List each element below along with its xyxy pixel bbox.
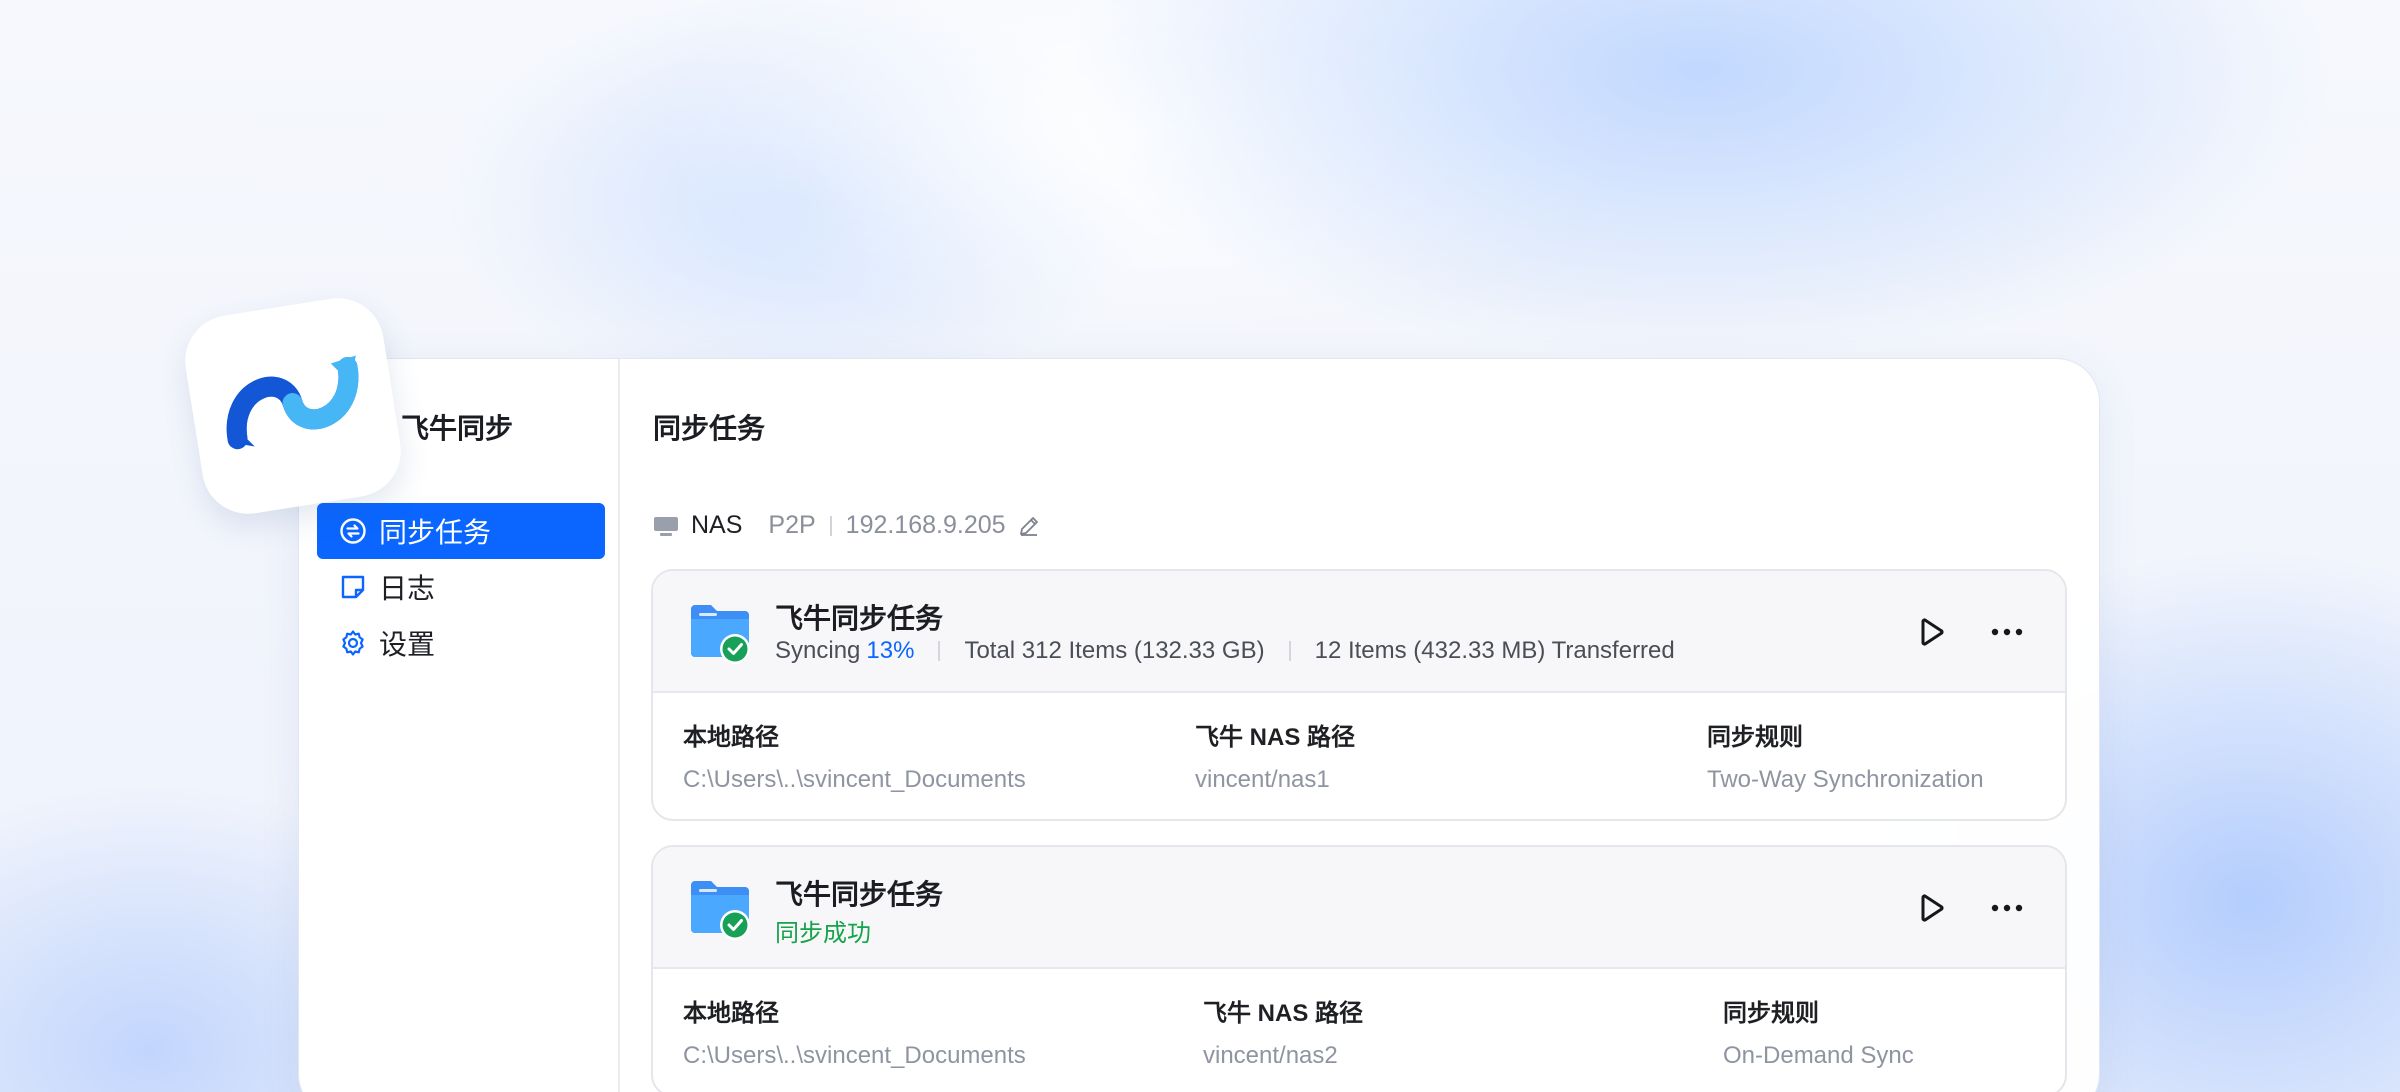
- sync-task-card[interactable]: 飞牛同步任务 Syncing 13% Total 312 Items (132.…: [651, 569, 2067, 821]
- main-content: 同步任务 NAS P2P 192.168.9.205 飞牛同步任务 Syncin…: [620, 359, 2099, 1092]
- play-button[interactable]: [1913, 891, 1947, 925]
- nas-path-field: 飞牛 NAS 路径 vincent/nas1: [1195, 717, 1355, 794]
- status-label: Syncing: [775, 637, 861, 664]
- gear-icon: [339, 629, 367, 657]
- folder-synced-icon: [689, 601, 753, 665]
- task-title: 飞牛同步任务: [775, 603, 944, 634]
- task-status: Syncing 13% Total 312 Items (132.33 GB) …: [775, 637, 1675, 665]
- edit-pencil-icon[interactable]: [1018, 515, 1040, 537]
- app-window: 飞牛同步 同步任务 日志 设置 同步任务 NAS P2P 192.168.9.2…: [298, 358, 2100, 1092]
- more-options-button[interactable]: [1987, 615, 2027, 649]
- local-path-field: 本地路径 C:\Users\..\svincent_Documents: [683, 717, 1026, 794]
- transferred-items: 12 Items (432.33 MB) Transferred: [1314, 637, 1675, 664]
- more-options-button[interactable]: [1987, 891, 2027, 925]
- field-label: 同步规则: [1707, 724, 1803, 751]
- app-logo-icon: [226, 355, 359, 450]
- task-card-header: 飞牛同步任务 Syncing 13% Total 312 Items (132.…: [653, 571, 2065, 693]
- device-ip: 192.168.9.205: [845, 511, 1006, 539]
- sync-task-card[interactable]: 飞牛同步任务 同步成功 本地路径 C:\Users\..\svincent_Do…: [651, 845, 2067, 1092]
- task-card-header: 飞牛同步任务 同步成功: [653, 847, 2065, 969]
- field-value: vincent/nas2: [1203, 1042, 1338, 1069]
- field-label: 飞牛 NAS 路径: [1203, 1000, 1364, 1027]
- task-details: 本地路径 C:\Users\..\svincent_Documents 飞牛 N…: [653, 969, 2065, 1092]
- local-path-field: 本地路径 C:\Users\..\svincent_Documents: [683, 993, 1026, 1070]
- app-logo: [178, 291, 408, 521]
- more-dots-icon: [1991, 904, 2023, 912]
- divider: [938, 641, 941, 661]
- sidebar-item-settings[interactable]: 设置: [317, 615, 605, 671]
- field-label: 同步规则: [1723, 1000, 1819, 1027]
- field-value: Two-Way Synchronization: [1707, 766, 1984, 793]
- field-value: On-Demand Sync: [1723, 1042, 1914, 1069]
- field-value: C:\Users\..\svincent_Documents: [683, 1042, 1026, 1069]
- field-label: 本地路径: [683, 724, 779, 751]
- sidebar-item-label: 设置: [379, 629, 436, 660]
- more-dots-icon: [1991, 628, 2023, 636]
- total-items: Total 312 Items (132.33 GB): [964, 637, 1265, 664]
- field-value: vincent/nas1: [1195, 766, 1330, 793]
- sync-task-icon: [339, 517, 367, 545]
- sidebar-item-label: 同步任务: [379, 517, 492, 548]
- sync-rule-field: 同步规则 Two-Way Synchronization: [1707, 717, 1984, 794]
- sync-progress: 13%: [866, 637, 915, 664]
- task-title: 飞牛同步任务: [775, 879, 944, 910]
- page-title: 同步任务: [653, 413, 766, 444]
- task-status: 同步成功: [775, 913, 871, 948]
- sidebar-item-logs[interactable]: 日志: [317, 559, 605, 615]
- sync-rule-field: 同步规则 On-Demand Sync: [1723, 993, 1914, 1070]
- app-title: 飞牛同步: [401, 413, 514, 444]
- field-value: C:\Users\..\svincent_Documents: [683, 766, 1026, 793]
- divider: [1288, 641, 1291, 661]
- nas-path-field: 飞牛 NAS 路径 vincent/nas2: [1203, 993, 1363, 1070]
- field-label: 本地路径: [683, 1000, 779, 1027]
- play-icon: [1921, 894, 1944, 922]
- monitor-icon: [653, 515, 679, 537]
- field-label: 飞牛 NAS 路径: [1195, 724, 1356, 751]
- folder-synced-icon: [689, 877, 753, 941]
- play-button[interactable]: [1913, 615, 1947, 649]
- sidebar-item-sync-tasks[interactable]: 同步任务: [317, 503, 605, 559]
- connection-mode: P2P: [768, 511, 816, 539]
- device-name: NAS: [691, 511, 743, 539]
- play-icon: [1921, 618, 1944, 646]
- log-note-icon: [339, 573, 367, 601]
- sidebar-item-label: 日志: [379, 573, 436, 604]
- task-details: 本地路径 C:\Users\..\svincent_Documents 飞牛 N…: [653, 693, 2065, 819]
- device-selector[interactable]: NAS P2P 192.168.9.205: [653, 511, 1040, 540]
- status-label: 同步成功: [775, 920, 871, 947]
- sidebar-nav: 同步任务 日志 设置: [317, 503, 605, 671]
- divider: [829, 515, 832, 536]
